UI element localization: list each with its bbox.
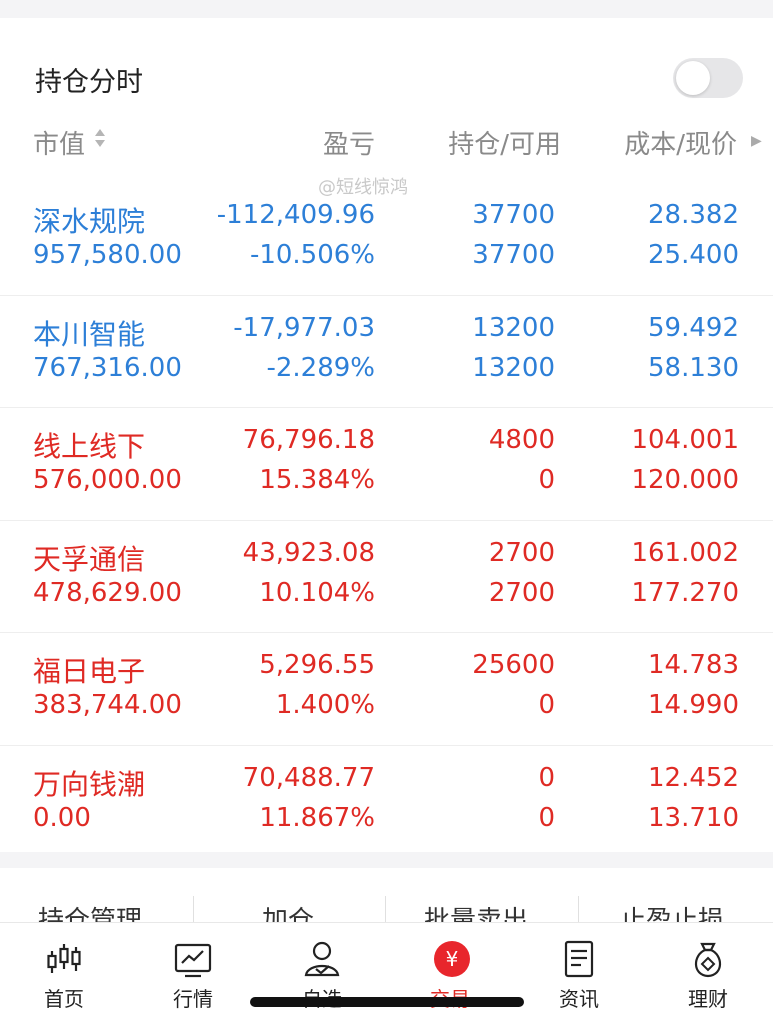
cost-price: 59.492 <box>648 312 739 343</box>
market-value: 478,629.00 <box>33 577 182 608</box>
cost-price: 12.452 <box>648 762 739 793</box>
stock-name: 福日电子 <box>33 655 146 688</box>
profit-loss: -112,409.96 <box>216 200 375 230</box>
scroll-right-icon[interactable]: ▶ <box>751 133 762 149</box>
table-row[interactable]: 本川智能 767,316.00 -17,977.03 -2.289% 13200… <box>0 294 773 408</box>
bottom-tab-bar: 首页 行情 自选 ¥ 交易 资讯 <box>0 922 773 1025</box>
column-header-position: 持仓/可用 <box>448 130 561 160</box>
profit-percent: 1.400% <box>275 690 375 720</box>
chart-icon <box>174 943 212 978</box>
tab-watchlist[interactable]: 自选 <box>258 923 386 1025</box>
yen-icon: ¥ <box>434 941 470 977</box>
profit-loss: 70,488.77 <box>242 762 375 793</box>
current-price: 13.710 <box>648 802 739 833</box>
available-qty: 0 <box>538 802 555 833</box>
cost-price: 14.783 <box>648 650 739 680</box>
table-row[interactable]: 天孚通信 478,629.00 43,923.08 10.104% 2700 2… <box>0 519 773 633</box>
profit-loss: 5,296.55 <box>259 650 375 680</box>
tab-wealth[interactable]: 理财 <box>644 923 772 1025</box>
toggle-knob <box>676 61 710 95</box>
profit-percent: 10.104% <box>259 577 375 608</box>
tab-label: 理财 <box>688 987 728 1011</box>
profit-percent: -2.289% <box>266 352 375 383</box>
stock-name: 深水规院 <box>33 205 146 238</box>
column-header-market-value[interactable]: 市值 <box>33 124 105 161</box>
money-bag-icon <box>694 942 722 978</box>
available-qty: 2700 <box>488 577 555 608</box>
candlestick-icon <box>47 944 81 973</box>
tab-label: 资讯 <box>559 987 599 1011</box>
column-header-cost-price: 成本/现价 <box>624 130 737 160</box>
available-qty: 0 <box>538 690 555 720</box>
page-title: 持仓分时 <box>35 67 143 98</box>
current-price: 120.000 <box>631 465 739 495</box>
person-check-icon <box>304 941 340 977</box>
cost-price: 104.001 <box>631 425 739 455</box>
column-label-market-value: 市值 <box>33 130 86 160</box>
cost-price: 161.002 <box>631 537 739 568</box>
market-value: 0.00 <box>33 802 91 833</box>
tab-trade[interactable]: ¥ 交易 <box>386 923 514 1025</box>
tab-home[interactable]: 首页 <box>0 923 128 1025</box>
profit-loss: 76,796.18 <box>242 425 375 455</box>
holdings-list: 深水规院 957,580.00 -112,409.96 -10.506% 377… <box>0 183 773 852</box>
available-qty: 37700 <box>472 240 555 270</box>
position-actions-bar: 持仓管理 加仓 批量卖出 止盈止损 <box>0 868 773 928</box>
position-qty: 4800 <box>488 425 555 455</box>
home-indicator[interactable] <box>250 997 524 1007</box>
timeshare-toggle[interactable] <box>673 58 743 98</box>
current-price: 25.400 <box>648 240 739 270</box>
current-price: 58.130 <box>648 352 739 383</box>
current-price: 177.270 <box>631 577 739 608</box>
table-row[interactable]: 线上线下 576,000.00 76,796.18 15.384% 4800 0… <box>0 407 773 520</box>
divider <box>578 896 579 922</box>
document-icon <box>564 940 594 978</box>
available-qty: 0 <box>538 465 555 495</box>
profit-percent: 11.867% <box>259 802 375 833</box>
position-qty: 0 <box>538 762 555 793</box>
cost-price: 28.382 <box>648 200 739 230</box>
stock-name: 线上线下 <box>33 430 146 463</box>
table-row[interactable]: 万向钱潮 0.00 70,488.77 11.867% 0 0 12.452 1… <box>0 744 773 858</box>
sort-icon <box>95 129 105 147</box>
table-row[interactable]: 福日电子 383,744.00 5,296.55 1.400% 25600 0 … <box>0 632 773 745</box>
position-qty: 2700 <box>488 537 555 568</box>
market-value: 383,744.00 <box>33 690 182 720</box>
tab-label: 行情 <box>173 987 213 1011</box>
market-value: 767,316.00 <box>33 352 182 383</box>
profit-loss: 43,923.08 <box>242 537 375 568</box>
tab-news[interactable]: 资讯 <box>515 923 643 1025</box>
position-qty: 13200 <box>472 312 555 343</box>
market-value: 576,000.00 <box>33 465 182 495</box>
profit-percent: 15.384% <box>259 465 375 495</box>
divider <box>193 896 194 922</box>
profit-percent: -10.506% <box>249 240 375 270</box>
stock-name: 本川智能 <box>33 317 146 351</box>
watermark: @短线惊鸿 <box>318 177 408 198</box>
column-header-profit-loss: 盈亏 <box>322 130 375 160</box>
tab-label: 首页 <box>44 987 84 1011</box>
divider <box>385 896 386 922</box>
stock-name: 万向钱潮 <box>33 767 146 801</box>
position-qty: 25600 <box>472 650 555 680</box>
current-price: 14.990 <box>648 690 739 720</box>
available-qty: 13200 <box>472 352 555 383</box>
profit-loss: -17,977.03 <box>233 312 375 343</box>
tab-market[interactable]: 行情 <box>129 923 257 1025</box>
position-qty: 37700 <box>472 200 555 230</box>
table-row[interactable]: 深水规院 957,580.00 -112,409.96 -10.506% 377… <box>0 183 773 295</box>
market-value: 957,580.00 <box>33 240 182 270</box>
stock-name: 天孚通信 <box>33 542 146 576</box>
